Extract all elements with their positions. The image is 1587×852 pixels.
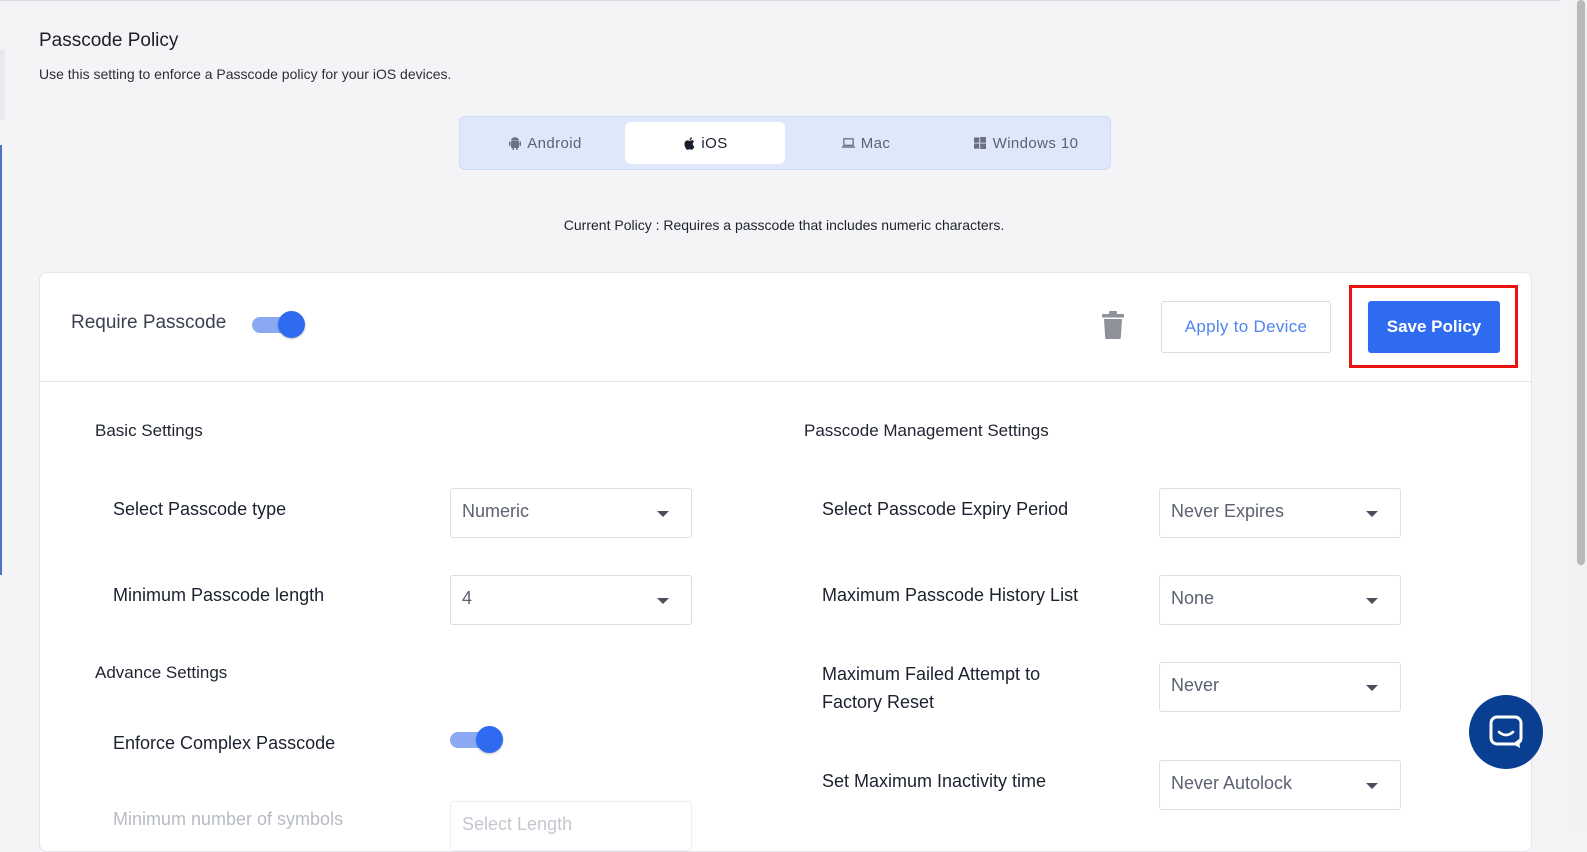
select-value: Never — [1171, 675, 1220, 695]
tab-label: Android — [527, 134, 582, 152]
advance-settings-title: Advance Settings — [95, 663, 228, 682]
chevron-down-icon — [1366, 783, 1378, 789]
inactivity-time-label: Set Maximum Inactivity time — [822, 771, 1047, 791]
min-length-label: Minimum Passcode length — [113, 585, 325, 605]
complex-passcode-toggle[interactable] — [450, 726, 503, 753]
current-policy-text: Current Policy : Requires a passcode tha… — [563, 217, 1005, 233]
top-divider — [0, 0, 1560, 1]
failed-attempt-label-line1: Maximum Failed Attempt to — [822, 664, 1041, 684]
toggle-knob — [476, 726, 503, 753]
tab-ios[interactable]: iOS — [625, 122, 785, 164]
tab-label: Mac — [860, 134, 891, 152]
toggle-knob — [278, 311, 305, 338]
trash-icon[interactable] — [1102, 311, 1124, 339]
sidebar-edge — [0, 50, 5, 120]
failed-attempt-label: Maximum Failed Attempt to Factory Reset — [822, 660, 1040, 716]
chevron-down-icon — [1366, 511, 1378, 517]
chevron-down-icon — [1366, 685, 1378, 691]
select-value: Never Expires — [1171, 501, 1285, 521]
chat-icon — [1489, 715, 1523, 748]
require-passcode-label: Require Passcode — [71, 312, 227, 333]
chevron-down-icon — [657, 598, 669, 604]
apply-to-device-button[interactable]: Apply to Device — [1161, 301, 1331, 353]
sidebar-edge-accent — [0, 145, 2, 575]
scrollbar-thumb[interactable] — [1577, 0, 1585, 565]
passcode-type-label: Select Passcode type — [113, 499, 287, 519]
expiry-period-label: Select Passcode Expiry Period — [822, 499, 1069, 519]
complex-passcode-label: Enforce Complex Passcode — [113, 733, 336, 753]
basic-settings-title: Basic Settings — [95, 421, 203, 440]
passcode-type-select[interactable]: Numeric — [450, 488, 692, 538]
select-value: Numeric — [462, 501, 530, 521]
select-value: 4 — [462, 588, 473, 608]
history-list-select[interactable]: None — [1159, 575, 1401, 625]
chevron-down-icon — [1366, 598, 1378, 604]
highlight-box — [1349, 285, 1518, 368]
policy-card: Require Passcode Apply to Device Save Po… — [39, 272, 1532, 852]
chat-launcher-button[interactable] — [1469, 695, 1543, 769]
expiry-period-select[interactable]: Never Expires — [1159, 488, 1401, 538]
os-tab-bar: Android iOS Mac Windows 10 — [459, 116, 1111, 170]
min-length-select[interactable]: 4 — [450, 575, 692, 625]
page-description: Use this setting to enforce a Passcode p… — [39, 66, 452, 82]
inactivity-time-select[interactable]: Never Autolock — [1159, 760, 1401, 810]
require-passcode-toggle[interactable] — [252, 311, 305, 338]
min-symbols-label: Minimum number of symbols — [113, 809, 344, 829]
select-value: Never Autolock — [1171, 773, 1293, 793]
tab-label: Windows 10 — [992, 134, 1079, 152]
tab-windows[interactable]: Windows 10 — [946, 122, 1106, 164]
tab-mac[interactable]: Mac — [786, 122, 946, 164]
failed-attempt-select[interactable]: Never — [1159, 662, 1401, 712]
select-value: None — [1171, 588, 1215, 608]
tab-android[interactable]: Android — [465, 122, 625, 164]
page-title: Passcode Policy — [39, 30, 179, 51]
tab-label: iOS — [701, 134, 728, 152]
failed-attempt-label-line2: Factory Reset — [822, 692, 935, 712]
page-scrollbar[interactable] — [1568, 0, 1587, 832]
apple-icon — [682, 136, 695, 150]
card-header-divider — [40, 381, 1531, 382]
android-icon — [508, 136, 521, 150]
min-symbols-select[interactable]: Select Length — [450, 801, 692, 851]
chevron-down-icon — [657, 511, 669, 517]
history-list-label: Maximum Passcode History List — [822, 585, 1079, 605]
laptop-icon — [841, 137, 855, 150]
windows-icon — [974, 137, 987, 150]
management-settings-title: Passcode Management Settings — [804, 421, 1049, 440]
